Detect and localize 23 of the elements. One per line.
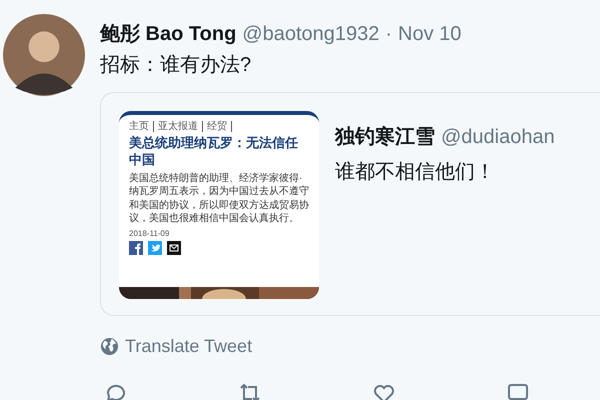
nav-link[interactable]: 主页	[129, 121, 154, 132]
globe-icon	[100, 337, 119, 356]
avatar[interactable]	[3, 14, 85, 96]
nav-link[interactable]: 亚太报道	[158, 121, 203, 132]
article-body: 美国总统特朗普的助理、经济学家彼得·纳瓦罗周五表示，因为中国过去从不遵守和美国的协议，所以即使双方达成贸易协议，美国也很难相信中国会认真执行。	[129, 172, 309, 226]
message-icon[interactable]	[506, 381, 530, 400]
nav-link[interactable]: 经贸	[207, 121, 232, 132]
user-handle: @dudiaohan	[441, 126, 555, 149]
facebook-icon[interactable]	[129, 240, 143, 255]
quoted-tweet[interactable]: 主页 亚太报道 经贸 美总统助理纳瓦罗：无法信任中国 美国总统特朗普的助理、经济学家彼得·纳瓦罗周五表示，因为中国过去从不遵守和美国的协议，所以即使双方达成贸易协议，美国也很难相信中国会认真执行。 2018-11-09 独钓寒江雪 @dudiaohan 谁都不相信他们！	[100, 92, 600, 316]
separator: ·	[385, 23, 392, 46]
article-date: 2018-11-09	[129, 228, 170, 238]
user-name[interactable]: 鲍彤 Bao Tong	[100, 20, 236, 47]
bird-icon[interactable]	[148, 240, 162, 255]
tweet-text: 谁都不相信他们！	[335, 160, 496, 185]
mail-icon[interactable]	[167, 240, 181, 255]
tweet-date[interactable]: Nov 10	[398, 23, 462, 46]
tweet-text: 招标：谁有办法?	[100, 53, 252, 78]
user-handle: @baotong1932	[242, 23, 380, 46]
translate-link[interactable]: Translate Tweet	[100, 336, 252, 357]
article-title: 美总统助理纳瓦罗：无法信任中国	[129, 135, 299, 169]
retweet-icon[interactable]	[238, 381, 262, 400]
user-name[interactable]: 独钓寒江雪	[335, 123, 435, 150]
